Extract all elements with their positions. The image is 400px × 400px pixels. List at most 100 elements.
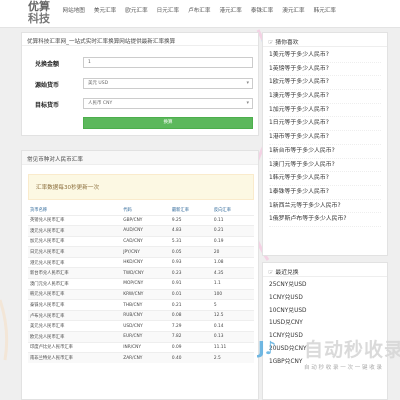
source-currency-label: 源始货币: [35, 82, 60, 89]
favorite-link[interactable]: 1欧元等于多少人民币?: [269, 76, 381, 91]
convert-button[interactable]: 换算: [83, 117, 253, 129]
recent-link[interactable]: 20USD兑CNY: [269, 343, 381, 356]
recent-panel: ☞ 最近兑换 25CNY兑USD 1CNY兑USD 10CNY兑USD 1USD兑CNY…: [262, 262, 388, 400]
nav-jpy[interactable]: 日元汇率: [152, 0, 183, 22]
favorite-link[interactable]: 1澳元等于多少人民币?: [269, 90, 381, 104]
recent-title: 最近兑换: [275, 270, 299, 276]
cell-latest-rate: 0.05: [169, 246, 212, 258]
cell-latest-rate: 0.40: [169, 352, 212, 364]
favorite-link[interactable]: 1英镑等于多少人民币?: [269, 63, 381, 77]
favorite-link[interactable]: 1泰铢等于多少人民币?: [269, 186, 381, 200]
table-row[interactable]: 美元兑人民币汇率 USD/CNY 7.29 0.14: [28, 320, 254, 332]
cell-currency-name[interactable]: 泰铢兑人民币汇率: [28, 299, 122, 311]
amount-label: 兑换金额: [35, 61, 60, 68]
source-currency-select[interactable]: 美元 USD: [83, 78, 253, 89]
cell-latest-rate: 0.08: [169, 309, 212, 321]
nav-aud[interactable]: 澳元汇率: [278, 0, 309, 22]
cell-reverse-rate: 0.11: [211, 214, 254, 226]
converter-panel: 优算科技汇率网_一站式实时汇率换算网站提供最新汇率换算 兑换金额 1 源始货币 …: [21, 32, 259, 136]
cell-currency-name[interactable]: 卢布兑人民币汇率: [28, 309, 122, 321]
cell-currency-name[interactable]: 英镑兑人民币汇率: [28, 214, 122, 226]
recent-link[interactable]: 25CNY兑USD: [269, 279, 381, 292]
nav-eur[interactable]: 欧元汇率: [121, 0, 152, 22]
cell-currency-name[interactable]: 澳元兑人民币汇率: [28, 225, 122, 237]
cell-currency-name[interactable]: 港元兑人民币汇率: [28, 256, 122, 268]
cell-currency-name[interactable]: 新台币兑人民币汇率: [28, 267, 122, 279]
nav-hkd[interactable]: 港元汇率: [215, 0, 246, 22]
pointing-hand-icon: ☞: [268, 39, 274, 46]
cell-code: INR/CNY: [121, 341, 170, 353]
table-row[interactable]: 日元兑人民币汇率 JPY/CNY 0.05 20: [28, 246, 254, 258]
cell-reverse-rate: 1.08: [211, 256, 254, 268]
nav-rub[interactable]: 卢布汇率: [184, 0, 215, 22]
favorite-link[interactable]: 1加元等于多少人民币?: [269, 104, 381, 118]
recent-link[interactable]: 1CNY兑USD: [269, 330, 381, 343]
recent-link[interactable]: 10CNY兑USD: [269, 305, 381, 318]
favorite-link[interactable]: 1港币等于多少人民币?: [269, 131, 381, 145]
nav-krw[interactable]: 韩元汇率: [309, 0, 340, 22]
cell-currency-name[interactable]: 欧元兑人民币汇率: [28, 331, 122, 343]
recent-link[interactable]: 1CNY兑USD: [269, 292, 381, 305]
cell-reverse-rate: 20: [211, 246, 254, 258]
cell-latest-rate: 0.93: [169, 256, 212, 268]
amount-row: 兑换金额 1: [22, 57, 260, 69]
favorite-link[interactable]: 1日元等于多少人民币?: [269, 117, 381, 132]
site-logo[interactable]: 优算 科技: [28, 0, 54, 28]
cell-currency-name[interactable]: 美元兑人民币汇率: [28, 320, 122, 332]
rates-panel: 常见币种对人民币汇率 汇率数据每30秒更新一次 货币名称 代码 最新汇率 反向汇…: [21, 150, 259, 400]
rates-table-body: 英镑兑人民币汇率 GBP/CNY 9.25 0.11 澳元兑人民币汇率 AUD/CNY 4.…: [28, 214, 254, 364]
cell-latest-rate: 7.82: [169, 331, 212, 343]
favorite-link[interactable]: 1澳门元等于多少人民币?: [269, 159, 381, 173]
target-row: 目标货币 人民币 CNY: [22, 98, 260, 110]
table-row[interactable]: 英镑兑人民币汇率 GBP/CNY 9.25 0.11: [28, 214, 254, 226]
recent-link[interactable]: 1USD兑CNY: [269, 317, 381, 330]
table-row[interactable]: 泰铢兑人民币汇率 THB/CNY 0.21 5: [28, 299, 254, 311]
cell-code: USD/CNY: [121, 320, 170, 332]
favorite-link[interactable]: 1美元等于多少人民币?: [269, 49, 381, 63]
table-row[interactable]: 港元兑人民币汇率 HKD/CNY 0.93 1.08: [28, 256, 254, 268]
nav-thb[interactable]: 泰铢汇率: [246, 0, 277, 22]
favorite-link[interactable]: 1俄罗斯卢布等于多少人民币?: [269, 213, 381, 227]
amount-input[interactable]: 1: [83, 57, 253, 68]
table-row[interactable]: 印度卢比兑人民币汇率 INR/CNY 0.09 11.11: [28, 341, 254, 353]
cell-code: EUR/CNY: [121, 331, 170, 343]
table-row[interactable]: 澳门元兑人民币汇率 MOP/CNY 0.91 1.1: [28, 278, 254, 290]
cell-code: RUB/CNY: [121, 309, 170, 321]
favorites-panel: ☞ 猜你喜欢 1美元等于多少人民币? 1英镑等于多少人民币? 1欧元等于多少人民币? 1…: [262, 32, 388, 256]
rates-title: 常见币种对人民币汇率: [22, 151, 258, 165]
favorite-link[interactable]: 1韩元等于多少人民币?: [269, 172, 381, 186]
cell-currency-name[interactable]: 韩元兑人民币汇率: [28, 288, 122, 300]
cell-currency-name[interactable]: 印度卢比兑人民币汇率: [28, 341, 122, 353]
cell-currency-name[interactable]: 南非兰特兑人民币汇率: [28, 352, 122, 364]
table-row[interactable]: 南非兰特兑人民币汇率 ZAR/CNY 0.40 2.5: [28, 352, 254, 364]
cell-reverse-rate: 1.1: [211, 278, 254, 290]
cell-code: AUD/CNY: [121, 225, 170, 237]
table-header-row: 货币名称 代码 最新汇率 反向汇率: [28, 206, 254, 215]
table-row[interactable]: 加元兑人民币汇率 CAD/CNY 5.31 0.19: [28, 235, 254, 247]
nav-usd[interactable]: 美元汇率: [89, 0, 120, 22]
table-row[interactable]: 欧元兑人民币汇率 EUR/CNY 7.82 0.13: [28, 331, 254, 343]
update-notice: 汇率数据每30秒更新一次: [28, 174, 254, 200]
cell-currency-name[interactable]: 澳门元兑人民币汇率: [28, 278, 122, 290]
table-row[interactable]: 澳元兑人民币汇率 AUD/CNY 4.83 0.21: [28, 225, 254, 237]
cell-latest-rate: 0.91: [169, 278, 212, 290]
target-currency-select[interactable]: 人民币 CNY: [83, 98, 253, 109]
recent-link[interactable]: 1GBP兑CNY: [269, 356, 381, 369]
cell-reverse-rate: 5: [211, 299, 254, 311]
favorite-link[interactable]: 1新西兰元等于多少人民币?: [269, 200, 381, 214]
logo-line1: 优算: [28, 0, 50, 13]
cell-code: ZAR/CNY: [121, 352, 170, 364]
favorite-link[interactable]: 1新台币等于多少人民币?: [269, 145, 381, 159]
table-row[interactable]: 新台币兑人民币汇率 TWD/CNY 0.23 4.35: [28, 267, 254, 279]
logo-line2: 科技: [28, 12, 50, 25]
nav-sitemap[interactable]: 网站地图: [58, 0, 89, 22]
cell-currency-name[interactable]: 加元兑人民币汇率: [28, 235, 122, 247]
cell-reverse-rate: 0.13: [211, 331, 254, 343]
source-row: 源始货币 美元 USD: [22, 78, 260, 90]
top-header: 优算 科技 网站地图 美元汇率 欧元汇率 日元汇率 卢布汇率 港元汇率 泰铢汇率…: [0, 0, 400, 28]
cell-reverse-rate: 100: [211, 288, 254, 300]
cell-currency-name[interactable]: 日元兑人民币汇率: [28, 246, 122, 258]
cell-reverse-rate: 2.5: [211, 352, 254, 364]
table-row[interactable]: 卢布兑人民币汇率 RUB/CNY 0.08 12.5: [28, 309, 254, 321]
table-row[interactable]: 韩元兑人民币汇率 KRW/CNY 0.01 100: [28, 288, 254, 300]
